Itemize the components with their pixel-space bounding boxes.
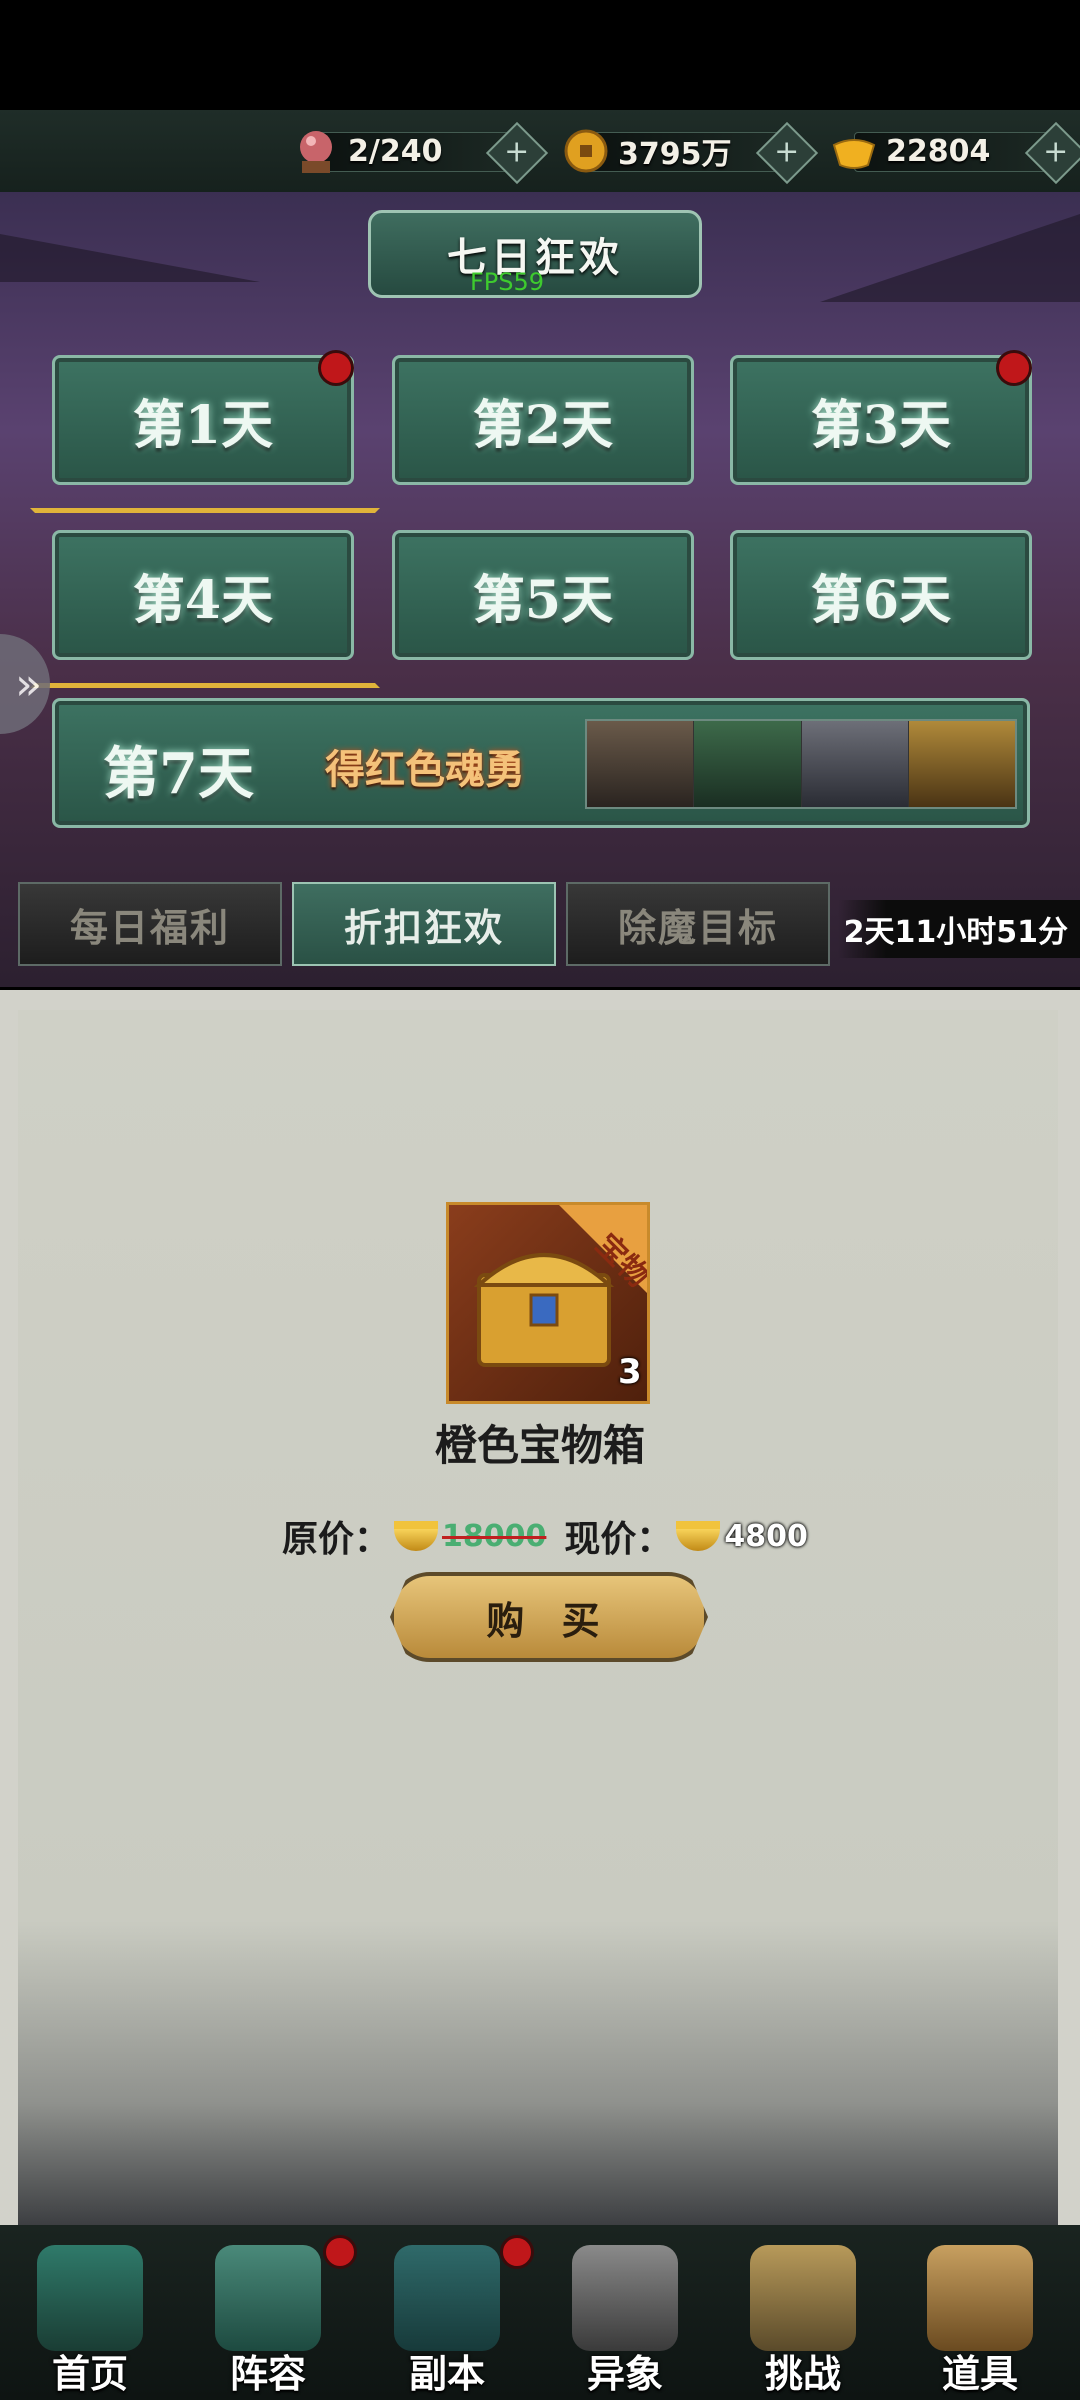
stamina-value: 2/240 [348,133,443,169]
current-price-value: 4800 [724,1518,808,1554]
hero-portrait [801,721,909,807]
tab-daily-welfare[interactable]: 每日福利 [18,882,282,966]
day-7-reward-text: 得红色魂勇 [325,747,525,793]
price-row: 原价： 18000 现价： 4800 [282,1508,808,1564]
day-5-button[interactable]: 第5天 [392,530,694,660]
day-4-button[interactable]: 第4天 [52,530,354,660]
nav-badge [500,2235,534,2269]
day-7-label: 第7天 [103,741,254,807]
scroll-icon [750,2245,856,2351]
tab-demon-goals[interactable]: 除魔目标 [566,882,830,966]
nav-item-dungeon[interactable]: 副本 [372,2225,534,2400]
sword-icon [394,2245,500,2351]
hero-portrait [587,721,695,807]
hero-portrait [694,721,802,807]
nav-badge [323,2235,357,2269]
gold-ingot-icon [828,125,880,177]
day-2-button[interactable]: 第2天 [392,355,694,485]
bottom-nav: 首页 阵容 副本 异象 挑战 道具 [0,2225,1080,2400]
coin-value: 3795万 [618,137,732,172]
tab-discount-carnival[interactable]: 折扣狂欢 [292,882,556,966]
nav-item-challenge[interactable]: 挑战 [728,2225,878,2400]
nav-item-items[interactable]: 道具 [905,2225,1055,2400]
palace-icon [37,2245,143,2351]
hero-portraits [585,719,1017,809]
resource-bar: 2/240 + 3795万 + 22804 + [0,110,1080,194]
nav-item-anomaly[interactable]: 异象 [550,2225,700,2400]
day-6-button[interactable]: 第6天 [730,530,1032,660]
original-price-value: 18000 [442,1518,547,1554]
crystal-ball-icon [290,125,342,177]
nav-item-lineup[interactable]: 阵容 [193,2225,357,2400]
day-3-badge [996,350,1032,386]
gold-ingot-icon [394,1521,439,1551]
day-1-button[interactable]: 第1天 [52,355,354,485]
fps-counter: FPS59 [470,268,545,296]
day-1-badge [318,350,354,386]
buy-button[interactable]: 购 买 [390,1572,708,1662]
original-price-label: 原价： [282,1519,391,1560]
event-countdown: 2天11小时51分 [838,900,1080,958]
nav-item-home[interactable]: 首页 [15,2225,165,2400]
hero-portrait [908,721,1015,807]
book-icon [215,2245,321,2351]
item-count: 3 [618,1352,642,1392]
coin-icon [560,125,612,177]
gold-ingot-icon [676,1521,721,1551]
day-7-button[interactable]: 第7天 得红色魂勇 [52,698,1030,828]
day-3-button[interactable]: 第3天 [730,355,1032,485]
gold-value: 22804 [886,133,991,169]
current-price-label: 现价： [564,1519,673,1560]
bag-icon [927,2245,1033,2351]
crossed-swords-icon [572,2245,678,2351]
item-name: 橙色宝物箱 [434,1421,645,1470]
